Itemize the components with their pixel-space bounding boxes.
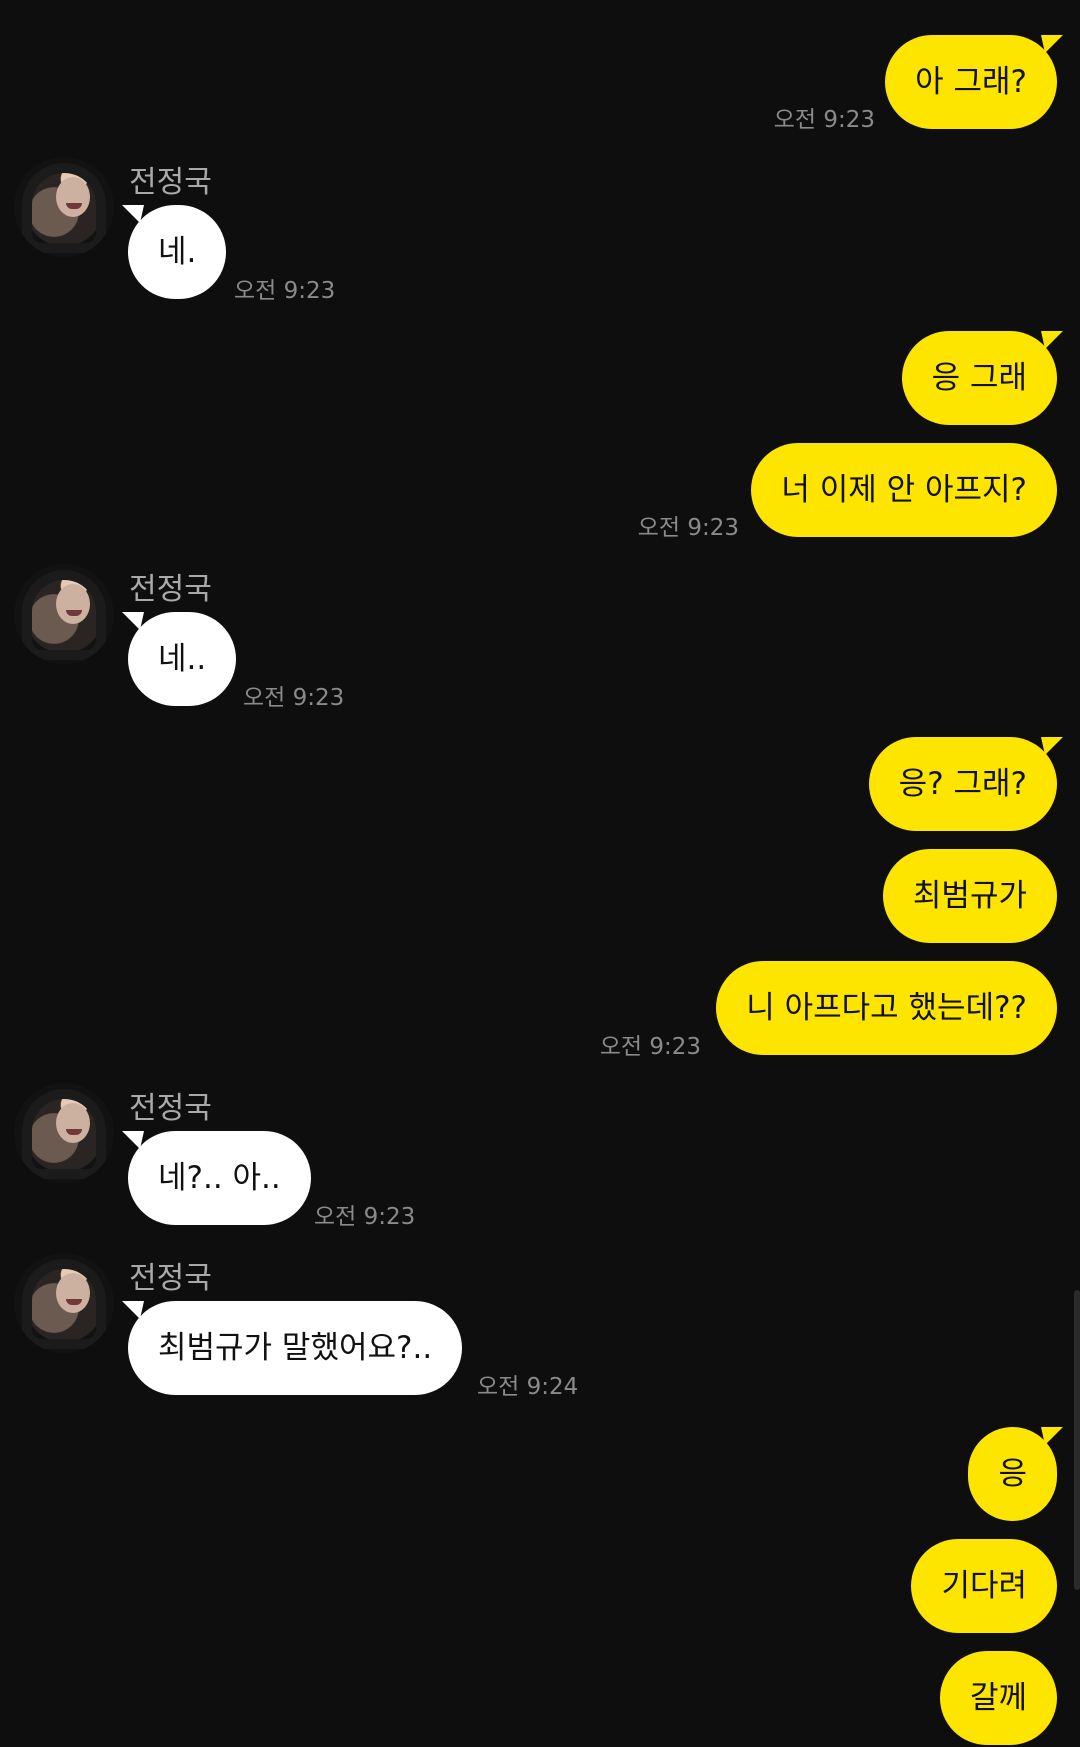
my-message-bubble[interactable]: 니 아프다고 했는데?? bbox=[716, 961, 1057, 1055]
contact-avatar[interactable] bbox=[14, 1083, 114, 1183]
sender-name: 전정국 bbox=[129, 1261, 212, 1296]
bubble-tail-icon bbox=[1041, 737, 1063, 755]
my-message-bubble[interactable]: 갈께 bbox=[939, 1651, 1057, 1745]
contact-message-bubble[interactable]: 네. bbox=[128, 205, 227, 299]
sender-name: 전정국 bbox=[129, 165, 212, 200]
scrollbar[interactable] bbox=[1074, 1290, 1080, 1590]
message-timestamp: 오전 9:23 bbox=[773, 107, 875, 133]
my-message-bubble[interactable]: 응 그래 bbox=[901, 331, 1057, 425]
contact-avatar[interactable] bbox=[14, 1253, 114, 1353]
avatar-face bbox=[56, 1103, 90, 1143]
my-message-bubble[interactable]: 기다려 bbox=[911, 1539, 1057, 1633]
message-timestamp: 오전 9:23 bbox=[234, 278, 336, 304]
chat-message-list: 아 그래? 오전 9:23 전정국 네. 오전 9:23 응 그래 너 이제 안… bbox=[0, 0, 1080, 1747]
contact-message-bubble[interactable]: 최범규가 말했어요?.. bbox=[128, 1301, 463, 1395]
sender-name: 전정국 bbox=[129, 1091, 212, 1126]
my-message-bubble[interactable]: 아 그래? bbox=[885, 35, 1057, 129]
my-message-bubble[interactable]: 응? 그래? bbox=[868, 737, 1057, 831]
message-timestamp: 오전 9:24 bbox=[477, 1374, 579, 1400]
contact-avatar[interactable] bbox=[14, 157, 114, 257]
contact-avatar[interactable] bbox=[14, 564, 114, 664]
message-timestamp: 오전 9:23 bbox=[314, 1204, 416, 1230]
avatar-face bbox=[56, 177, 90, 217]
bubble-tail-icon bbox=[1041, 1427, 1063, 1445]
bubble-tail-icon bbox=[1041, 35, 1063, 53]
my-message-bubble[interactable]: 최범규가 bbox=[882, 849, 1057, 943]
bubble-tail-icon bbox=[1041, 331, 1063, 349]
message-timestamp: 오전 9:23 bbox=[243, 685, 345, 711]
avatar-face bbox=[56, 584, 90, 624]
sender-name: 전정국 bbox=[129, 572, 212, 607]
contact-message-bubble[interactable]: 네?.. 아.. bbox=[128, 1131, 311, 1225]
message-timestamp: 오전 9:23 bbox=[637, 515, 739, 541]
contact-message-bubble[interactable]: 네.. bbox=[128, 612, 237, 706]
avatar-face bbox=[56, 1273, 90, 1313]
my-message-bubble[interactable]: 너 이제 안 아프지? bbox=[751, 443, 1057, 537]
message-timestamp: 오전 9:23 bbox=[599, 1034, 701, 1060]
